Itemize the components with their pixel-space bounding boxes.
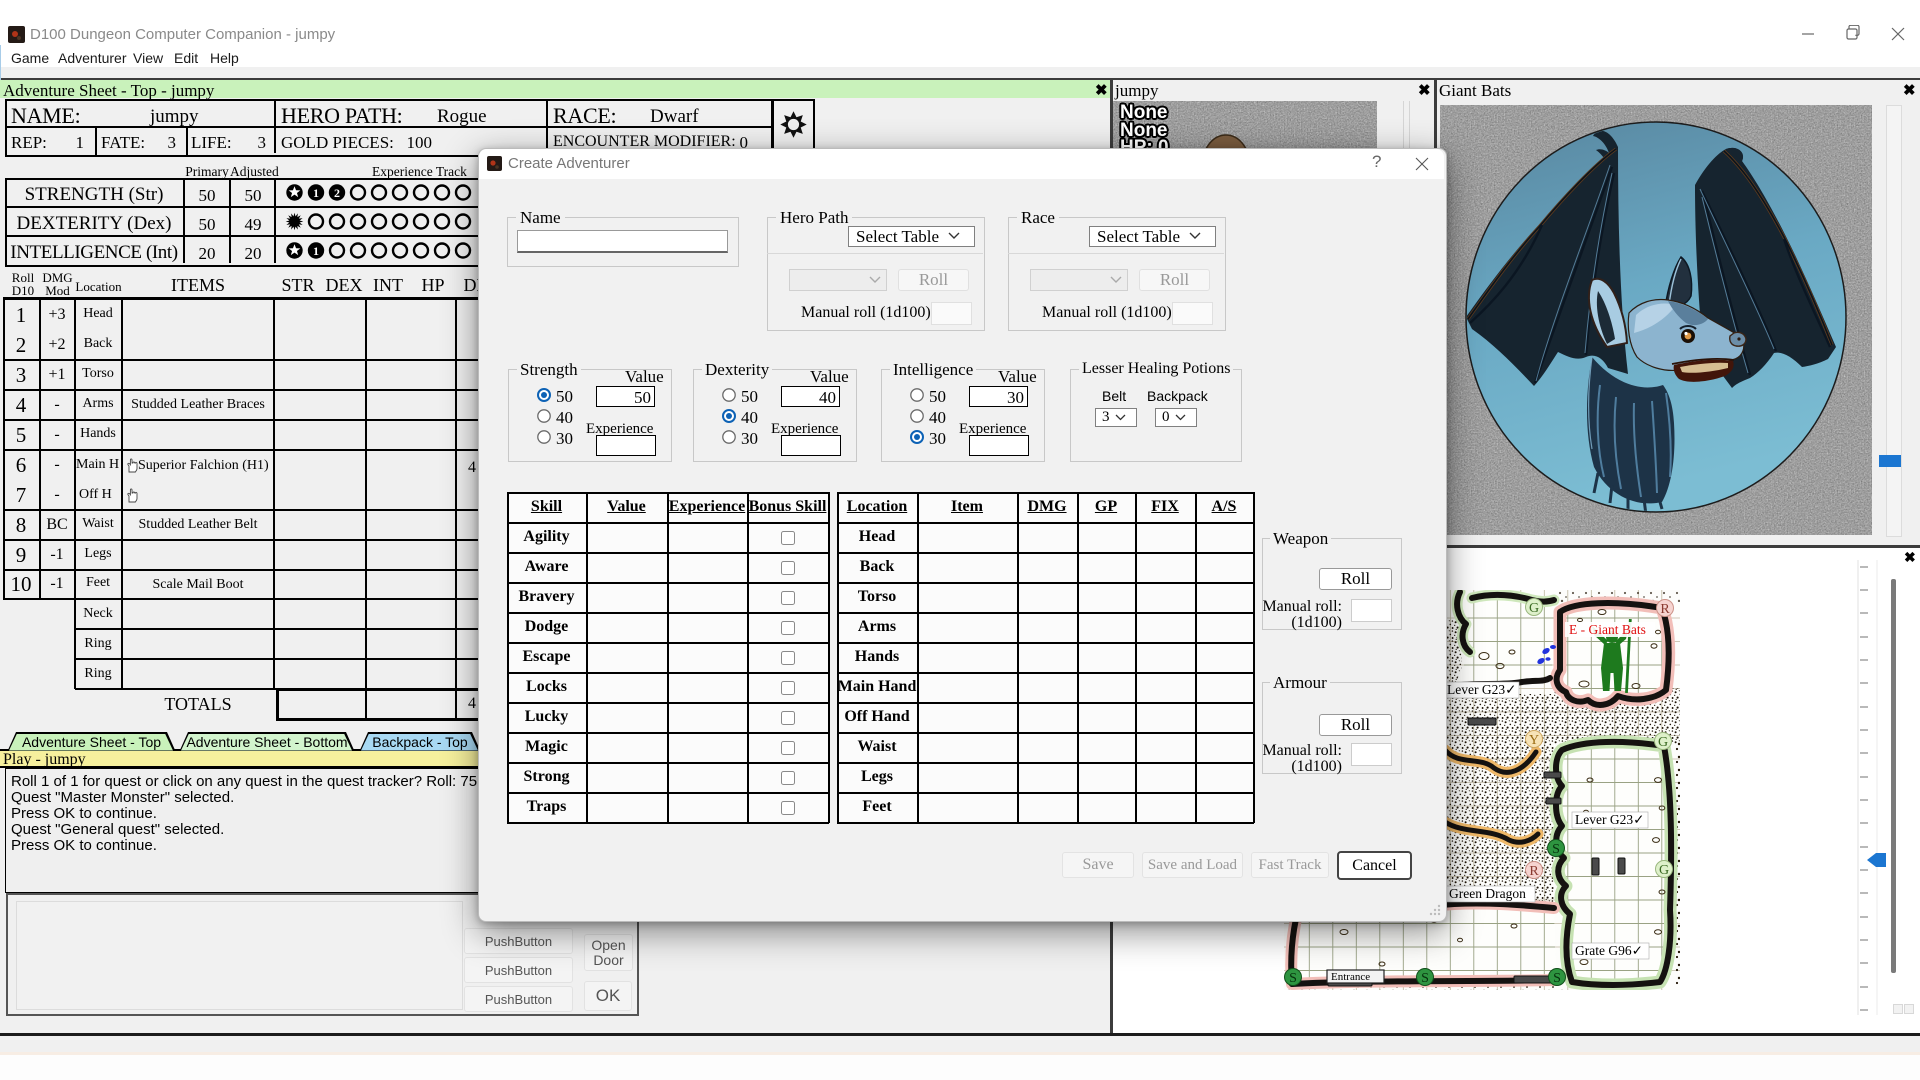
svg-text:1: 1 [313, 186, 319, 200]
svg-text:Green Dragon: Green Dragon [1449, 886, 1526, 901]
svg-text:2: 2 [334, 186, 340, 200]
svg-text:S: S [1421, 971, 1429, 986]
svg-text:S: S [1552, 842, 1560, 857]
svg-text:E - Giant Bats: E - Giant Bats [1569, 622, 1646, 637]
svg-text:1: 1 [313, 244, 319, 258]
svg-text:G: G [1529, 601, 1539, 616]
svg-text:G: G [1658, 735, 1668, 750]
svg-text:S: S [1553, 971, 1561, 986]
svg-text:Grate G96✓: Grate G96✓ [1575, 943, 1643, 958]
svg-text:Y: Y [1529, 733, 1539, 748]
svg-text:R: R [1529, 864, 1539, 879]
svg-text:Lever G23✓: Lever G23✓ [1575, 812, 1644, 827]
svg-text:G: G [1659, 863, 1669, 878]
svg-text:Entrance: Entrance [1331, 971, 1370, 983]
svg-text:S: S [1289, 971, 1297, 986]
svg-text:R: R [1660, 602, 1670, 617]
svg-text:Lever G23✓: Lever G23✓ [1447, 682, 1516, 697]
